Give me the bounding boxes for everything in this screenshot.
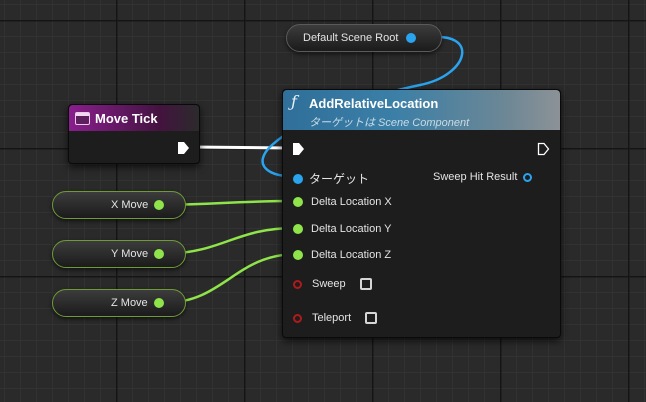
z-move-label: Z Move: [111, 297, 148, 309]
delta-y-label: Delta Location Y: [311, 223, 392, 235]
delta-z-label: Delta Location Z: [311, 249, 392, 261]
default-scene-root-node[interactable]: Default Scene Root: [286, 24, 442, 52]
move-tick-title: Move Tick: [95, 110, 158, 126]
sweep-checkbox[interactable]: [359, 278, 372, 290]
event-icon: [75, 111, 90, 125]
sweep-label: Sweep: [312, 278, 346, 290]
y-move-node[interactable]: Y Move: [52, 240, 186, 268]
z-move-wire: [165, 252, 297, 305]
sweep-hit-result-output-pin[interactable]: [523, 172, 533, 182]
function-title: AddRelativeLocation: [309, 96, 439, 111]
sweep-hit-result-label: Sweep Hit Result: [433, 171, 518, 183]
sweep-input-pin[interactable]: [293, 279, 302, 289]
teleport-checkbox[interactable]: [365, 312, 378, 324]
delta-x-label: Delta Location X: [311, 196, 392, 208]
sweep-hit-result-pin-row[interactable]: Sweep Hit Result: [433, 171, 533, 183]
exec-wire: [189, 145, 289, 150]
x-move-label: X Move: [111, 199, 149, 211]
exec-in-pin[interactable]: [292, 142, 305, 156]
teleport-input-pin[interactable]: [293, 313, 302, 323]
move-tick-header: Move Tick: [69, 105, 199, 131]
delta-y-pin-row[interactable]: Delta Location Y: [293, 223, 392, 235]
default-scene-root-output-pin[interactable]: [406, 33, 417, 43]
add-relative-location-node[interactable]: ƒ AddRelativeLocation ターゲットは Scene Compo…: [282, 89, 561, 338]
y-move-output-pin[interactable]: [154, 249, 165, 259]
add-relative-location-header: ƒ AddRelativeLocation ターゲットは Scene Compo…: [283, 90, 560, 130]
delta-y-input-pin[interactable]: [293, 224, 303, 234]
x-move-output-pin[interactable]: [154, 200, 165, 210]
default-scene-root-label: Default Scene Root: [303, 32, 399, 44]
function-icon: ƒ: [291, 92, 297, 111]
move-tick-event-node[interactable]: Move Tick: [68, 104, 200, 164]
target-pin-label: ターゲット: [309, 172, 370, 186]
exec-out-pin[interactable]: [537, 142, 550, 156]
z-move-node[interactable]: Z Move: [52, 289, 186, 317]
z-move-output-pin[interactable]: [153, 298, 164, 308]
target-input-pin[interactable]: [293, 173, 303, 184]
delta-x-pin-row[interactable]: Delta Location X: [293, 196, 392, 208]
sweep-pin-row[interactable]: Sweep: [293, 278, 372, 290]
y-move-label: Y Move: [111, 248, 149, 260]
delta-x-input-pin[interactable]: [293, 197, 303, 207]
teleport-pin-row[interactable]: Teleport: [293, 312, 378, 324]
delta-z-input-pin[interactable]: [293, 250, 303, 260]
function-subtitle: ターゲットは Scene Component: [309, 117, 470, 129]
move-tick-exec-out-pin[interactable]: [177, 141, 190, 155]
x-move-node[interactable]: X Move: [52, 191, 186, 219]
delta-z-pin-row[interactable]: Delta Location Z: [293, 249, 391, 261]
teleport-label: Teleport: [312, 312, 352, 324]
target-pin-row[interactable]: ターゲット: [293, 170, 369, 187]
